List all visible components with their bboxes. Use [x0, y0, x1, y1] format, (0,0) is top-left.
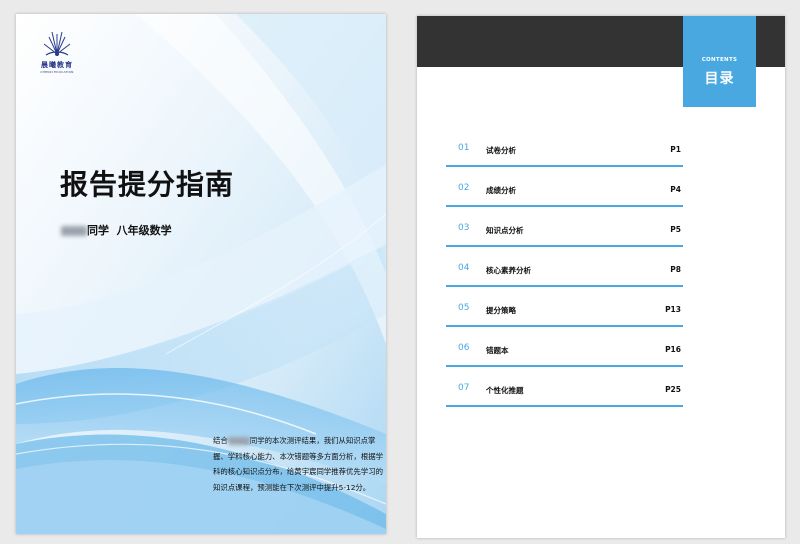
toc-item-number: 05 [458, 303, 470, 313]
cover-description: 结合 同学的本次测评结果，我们从知识点掌握、学科核心能力、本次错题等多方面分析，根… [213, 433, 383, 495]
toc-item-number: 07 [458, 383, 470, 393]
contents-badge: CONTENTS 目录 [683, 16, 756, 107]
toc-item-label: 试卷分析 [486, 146, 516, 155]
toc-item-label: 提分策略 [486, 306, 516, 315]
toc-item-page: P1 [670, 145, 681, 154]
toc-item-number: 04 [458, 263, 470, 273]
toc-item-page: P25 [665, 385, 681, 394]
desc-lead: 结合 [213, 436, 228, 445]
sunrise-logo-icon [43, 31, 71, 56]
contents-badge-title: 目录 [704, 71, 735, 87]
toc-item-number: 02 [458, 183, 470, 193]
student-suffix: 同学 [87, 224, 109, 237]
toc-item-number: 03 [458, 223, 470, 233]
toc-item-label: 成绩分析 [486, 186, 516, 195]
brand-logo: 晨曦教育 CHENXI EDUCATION [34, 26, 80, 92]
contents-badge-english: CONTENTS [701, 57, 738, 63]
toc-item[interactable]: 07 个性化推题 P25 [446, 365, 683, 407]
toc-item-label: 错题本 [486, 346, 509, 355]
toc-item[interactable]: 04 核心素养分析 P8 [446, 245, 683, 287]
brand-name: 晨曦教育 [41, 61, 73, 69]
toc-item-page: P16 [665, 345, 681, 354]
toc-item-page: P5 [670, 225, 681, 234]
grade-subject: 八年级数学 [116, 224, 172, 237]
toc-item[interactable]: 05 提分策略 P13 [446, 285, 683, 327]
redacted-student-name-2 [227, 437, 250, 445]
cover-title: 报告提分指南 [60, 168, 235, 201]
toc-item[interactable]: 01 试卷分析 P1 [446, 125, 683, 167]
toc-item[interactable]: 06 错题本 P16 [446, 325, 683, 367]
toc-item-page: P13 [665, 305, 681, 314]
toc-item-label: 个性化推题 [486, 386, 524, 395]
toc-item-page: P8 [670, 265, 681, 274]
toc-item-page: P4 [670, 185, 681, 194]
redacted-student-name [61, 226, 87, 236]
report-cover-page: 晨曦教育 CHENXI EDUCATION 报告提分指南 同学 八年级数学 结合… [16, 14, 386, 534]
cover-subtitle: 同学 八年级数学 [61, 222, 172, 238]
contents-page: CONTENTS 目录 01 试卷分析 P1 02 成绩分析 P4 03 知识点… [417, 16, 785, 538]
toc-item[interactable]: 02 成绩分析 P4 [446, 165, 683, 207]
brand-english-name: CHENXI EDUCATION [40, 70, 74, 74]
toc-item-label: 知识点分析 [486, 226, 524, 235]
toc-item-number: 06 [458, 343, 470, 353]
toc-item[interactable]: 03 知识点分析 P5 [446, 205, 683, 247]
toc-item-number: 01 [458, 143, 470, 153]
toc-item-label: 核心素养分析 [486, 266, 531, 275]
